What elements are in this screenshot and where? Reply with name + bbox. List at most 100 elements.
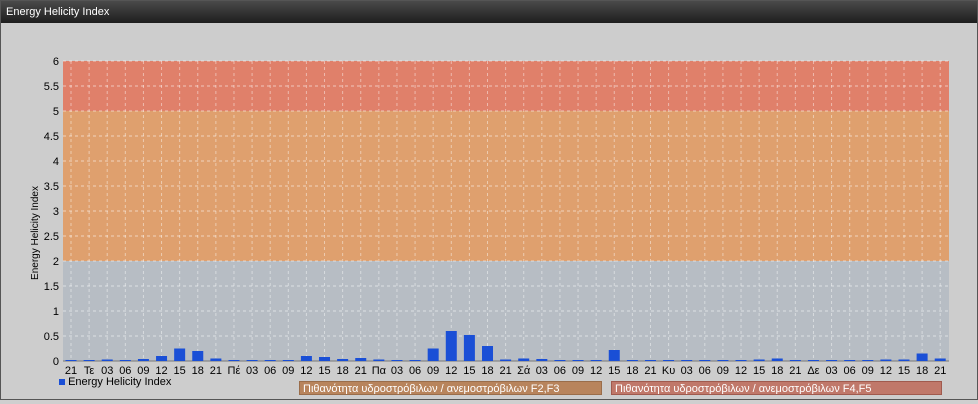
- bar: [844, 360, 856, 361]
- x-tick-label: 09: [862, 365, 874, 377]
- x-tick-label: 21: [210, 365, 222, 377]
- x-tick-label: 21: [789, 365, 801, 377]
- bar: [898, 359, 910, 361]
- bar: [934, 358, 946, 361]
- window-title: Energy Helicity Index: [6, 6, 110, 18]
- x-tick-label: 03: [246, 365, 258, 377]
- x-tick-label: 06: [264, 365, 276, 377]
- x-tick-label: 12: [590, 365, 602, 377]
- x-tick-label: 12: [880, 365, 892, 377]
- bar: [427, 348, 439, 361]
- ehi-chart: 00.511.522.533.544.555.56 21 Τε 03 06 09 12 15…: [30, 56, 949, 377]
- bar: [663, 360, 675, 361]
- bar: [300, 356, 312, 361]
- x-tick-label: 18: [916, 365, 928, 377]
- bar: [590, 360, 602, 361]
- x-tick-label: 12: [735, 365, 747, 377]
- legend-band-f4f5: Πιθανότητα υδροστρόβιλων / ανεμοστρόβιλω…: [611, 381, 942, 395]
- x-tick-label: 12: [445, 365, 457, 377]
- y-tick-label: 2: [53, 256, 59, 268]
- y-tick-label: 4.5: [44, 131, 59, 143]
- x-tick-label: 15: [753, 365, 765, 377]
- x-tick-label: Κυ: [662, 365, 675, 377]
- bar: [500, 359, 512, 361]
- x-tick-label: 15: [898, 365, 910, 377]
- x-tick-label: 21: [499, 365, 511, 377]
- bar: [101, 359, 113, 361]
- bar: [373, 359, 385, 361]
- bar: [862, 360, 874, 361]
- y-tick-label: 3: [53, 206, 59, 218]
- x-tick-label: Δε: [807, 365, 819, 377]
- legend-band-f4f5-label: Πιθανότητα υδροστρόβιλων / ανεμοστρόβιλω…: [615, 383, 872, 395]
- legend-band-f2f3-label: Πιθανότητα υδροστρόβιλων / ανεμοστρόβιλω…: [303, 383, 560, 395]
- legend-series: Energy Helicity Index: [59, 376, 171, 388]
- x-tick-label: 06: [409, 365, 421, 377]
- bar: [65, 360, 77, 361]
- x-tick-label: Σά: [517, 365, 531, 377]
- x-tick-label: 21: [934, 365, 946, 377]
- bar: [644, 360, 656, 361]
- x-tick-label: 18: [192, 365, 204, 377]
- bar: [681, 360, 693, 361]
- bar: [771, 358, 783, 361]
- y-tick-label: 6: [53, 56, 59, 68]
- bar: [337, 359, 349, 361]
- bar: [174, 348, 186, 361]
- x-tick-label: 03: [825, 365, 837, 377]
- x-tick-label: 06: [844, 365, 856, 377]
- y-tick-label: 0: [53, 356, 59, 368]
- bar: [409, 360, 421, 361]
- bar: [192, 351, 204, 361]
- bar: [210, 358, 222, 361]
- x-tick-label: 03: [391, 365, 403, 377]
- chart-window: Energy Helicity Index 0 0.5 1 1.5 2 2.5 3 3.5 4 4…: [0, 0, 978, 400]
- bar: [156, 356, 168, 361]
- x-tick-label: 15: [608, 365, 620, 377]
- y-tick-label: 5.5: [44, 81, 59, 93]
- x-tick-label: 15: [463, 365, 475, 377]
- bar: [789, 360, 801, 361]
- y-tick-label: 2.5: [44, 231, 59, 243]
- bar: [608, 350, 620, 361]
- bar: [83, 360, 95, 361]
- bar: [137, 359, 149, 361]
- x-tick-label: 15: [318, 365, 330, 377]
- x-tick-label: 12: [300, 365, 312, 377]
- bar: [735, 360, 747, 361]
- bar: [445, 331, 457, 361]
- x-tick-label: 09: [427, 365, 439, 377]
- x-tick-label: 21: [644, 365, 656, 377]
- bar: [554, 360, 566, 361]
- bar: [626, 360, 638, 361]
- bar: [282, 360, 294, 361]
- y-tick-label: 3.5: [44, 181, 59, 193]
- bar: [119, 360, 131, 361]
- bar: [264, 360, 276, 361]
- x-tick-label: Πα: [372, 365, 387, 377]
- y-tick-label: 5: [53, 106, 59, 118]
- x-tick-label: 09: [717, 365, 729, 377]
- window-titlebar: Energy Helicity Index: [1, 1, 977, 23]
- x-tick-label: 18: [337, 365, 349, 377]
- bar: [572, 360, 584, 361]
- x-tick-label: 06: [699, 365, 711, 377]
- bar: [482, 346, 494, 361]
- bar: [916, 353, 928, 361]
- x-tick-label: 09: [282, 365, 294, 377]
- x-tick-label: 03: [536, 365, 548, 377]
- legend-band-f2f3: Πιθανότητα υδροστρόβιλων / ανεμοστρόβιλω…: [299, 381, 602, 395]
- legend-series-label: Energy Helicity Index: [68, 376, 172, 388]
- bar: [463, 335, 475, 361]
- y-tick-label: 4: [53, 156, 59, 168]
- x-tick-label: 09: [572, 365, 584, 377]
- x-tick-label: 18: [771, 365, 783, 377]
- bar: [355, 358, 367, 361]
- x-tick-label: 21: [355, 365, 367, 377]
- bar: [319, 357, 331, 361]
- x-tick-label: Πέ: [228, 365, 241, 377]
- x-tick-label: 15: [174, 365, 186, 377]
- plot-area: 0 0.5 1 1.5 2 2.5 3 3.5 4 4.5 5 5.5 6 21 Τε 03 06 09 12 15…: [1, 23, 977, 399]
- y-tick-label: 1: [53, 306, 59, 318]
- bar: [391, 360, 403, 361]
